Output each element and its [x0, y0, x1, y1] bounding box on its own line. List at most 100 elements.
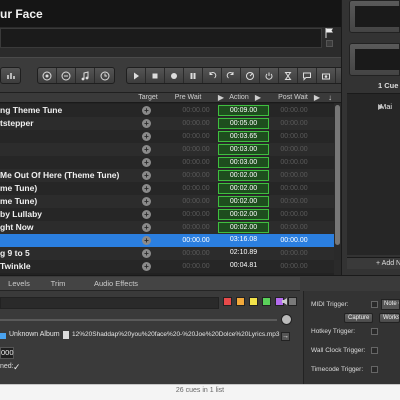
wallclock-trigger-checkbox[interactable] [371, 347, 378, 354]
color-swatch[interactable] [262, 297, 271, 306]
post-wait-value[interactable]: 00:00.00 [274, 234, 314, 247]
table-row[interactable]: me Tune) +00:00.00 00:02.00 00:00.00 [0, 195, 341, 208]
volume-slider-knob[interactable] [281, 314, 292, 325]
pre-wait-value[interactable]: 00:00.00 [176, 247, 216, 260]
target-icon[interactable]: + [142, 236, 151, 245]
target-icon[interactable]: + [142, 197, 151, 206]
target-icon[interactable]: + [142, 210, 151, 219]
target-icon[interactable]: + [142, 119, 151, 128]
reveal-file-button[interactable]: → [281, 332, 290, 341]
action-value[interactable]: 00:02.00 [218, 222, 269, 233]
flag-icon[interactable] [325, 28, 334, 38]
tab-levels[interactable]: Levels [0, 277, 38, 291]
tab-audio-effects[interactable]: Audio Effects [78, 277, 154, 291]
hotkey-trigger-checkbox[interactable] [371, 328, 378, 335]
post-wait-value[interactable]: 00:00.00 [274, 195, 314, 208]
pre-wait-value[interactable]: 00:00.00 [176, 104, 216, 117]
timecode-trigger-checkbox[interactable] [371, 366, 378, 373]
post-wait-value[interactable]: 00:00.00 [274, 130, 314, 143]
color-swatch[interactable] [223, 297, 232, 306]
table-row[interactable]: me Tune) +00:00.00 00:02.00 00:00.00 [0, 182, 341, 195]
workspace-button[interactable]: Works [379, 313, 400, 323]
action-value[interactable]: 00:02.00 [218, 209, 269, 220]
equalizer-button[interactable] [1, 68, 20, 83]
target-icon[interactable]: + [142, 171, 151, 180]
cue-list-item-main[interactable]: Mai [380, 102, 392, 111]
pre-wait-value[interactable]: 00:00.00 [176, 182, 216, 195]
table-row[interactable]: ght Now +00:00.00 00:02.00 00:00.00 [0, 221, 341, 234]
action-value[interactable]: 00:03.00 [218, 144, 269, 155]
color-swatch[interactable] [236, 297, 245, 306]
post-wait-value[interactable]: 00:00.00 [274, 247, 314, 260]
pre-wait-value[interactable]: 00:00.00 [176, 130, 216, 143]
capture-button[interactable]: Capture [344, 313, 374, 323]
pre-wait-value[interactable]: 00:00.00 [176, 208, 216, 221]
action-value[interactable]: 00:02.00 [218, 183, 269, 194]
pause-button[interactable] [184, 68, 203, 83]
post-wait-value[interactable]: 00:00.00 [274, 156, 314, 169]
target-icon[interactable]: + [142, 184, 151, 193]
target-icon[interactable]: + [142, 106, 151, 115]
audio-button[interactable] [57, 68, 76, 83]
table-row[interactable]: ng Theme Tune +00:00.00 00:09.00 00:00.00 [0, 104, 341, 117]
post-wait-value[interactable]: 00:00.00 [274, 143, 314, 156]
action-value[interactable]: 00:04.81 [218, 261, 269, 272]
action-value[interactable]: 00:02.00 [218, 196, 269, 207]
action-value[interactable]: 03:16.08 [218, 235, 269, 246]
table-row[interactable]: g 9 to 5 +00:00.00 02:10.89 00:00.00 [0, 247, 341, 260]
play-button[interactable] [127, 68, 146, 83]
header-target[interactable]: Target [133, 93, 163, 103]
devamp-button[interactable] [241, 68, 260, 83]
power-button[interactable] [260, 68, 279, 83]
pre-wait-value[interactable]: 00:00.00 [176, 156, 216, 169]
target-icon[interactable]: + [142, 145, 151, 154]
add-cue-list-button[interactable]: + Add N [347, 257, 400, 269]
scrollbar-thumb[interactable] [335, 105, 340, 245]
pre-wait-value[interactable]: 00:00.00 [176, 260, 216, 273]
camera-button[interactable] [317, 68, 336, 83]
target-icon[interactable]: + [142, 158, 151, 167]
post-wait-value[interactable]: 00:00.00 [274, 104, 314, 117]
volume-slider-track[interactable] [0, 319, 277, 321]
target-icon[interactable]: + [142, 132, 151, 141]
action-value[interactable]: 02:10.89 [218, 248, 269, 259]
post-wait-value[interactable]: 00:00.00 [274, 169, 314, 182]
color-swatch[interactable] [249, 297, 258, 306]
action-value[interactable]: 00:03.65 [218, 131, 269, 142]
pre-wait-value[interactable]: 00:00.00 [176, 169, 216, 182]
chat-button[interactable] [298, 68, 317, 83]
table-row[interactable]: +00:00.00 00:03.00 00:00.00 [0, 143, 341, 156]
music-note-button[interactable] [76, 68, 95, 83]
table-row[interactable]: +00:00.00 00:03.65 00:00.00 [0, 130, 341, 143]
target-icon[interactable]: + [142, 249, 151, 258]
post-wait-value[interactable]: 00:00.00 [274, 221, 314, 234]
table-row[interactable]: tstepper +00:00.00 00:05.00 00:00.00 [0, 117, 341, 130]
action-value[interactable]: 00:05.00 [218, 118, 269, 129]
checkmark-icon[interactable]: ✓ [13, 362, 21, 373]
pre-wait-value[interactable]: 00:00.00 [176, 143, 216, 156]
action-value[interactable]: 00:09.00 [218, 105, 269, 116]
pre-wait-value[interactable]: 00:00.00 [176, 117, 216, 130]
target-icon[interactable]: + [142, 223, 151, 232]
timer-button[interactable] [279, 68, 298, 83]
post-wait-value[interactable]: 00:00.00 [274, 117, 314, 130]
redo-button[interactable] [222, 68, 241, 83]
pre-wait-value[interactable]: 00:00.00 [176, 195, 216, 208]
number-field[interactable]: 000 [0, 347, 14, 359]
undo-button[interactable] [203, 68, 222, 83]
post-wait-value[interactable]: 00:00.00 [274, 182, 314, 195]
notes-toggle[interactable] [326, 40, 333, 47]
post-wait-value[interactable]: 00:00.00 [274, 260, 314, 273]
target-icon[interactable]: + [142, 262, 151, 271]
record-button[interactable] [165, 68, 184, 83]
header-pre-wait[interactable]: Pre Wait [170, 93, 206, 103]
pre-wait-value[interactable]: 00:00.00 [176, 234, 216, 247]
post-wait-value[interactable]: 00:00.00 [274, 208, 314, 221]
cue-title[interactable]: ur Face [0, 7, 43, 21]
action-value[interactable]: 00:02.00 [218, 170, 269, 181]
pre-wait-value[interactable]: 00:00.00 [176, 221, 216, 234]
stop-button[interactable] [146, 68, 165, 83]
table-row[interactable]: by Lullaby +00:00.00 00:02.00 00:00.00 [0, 208, 341, 221]
speaker-icon[interactable] [281, 297, 290, 306]
notes-field[interactable] [0, 28, 322, 48]
